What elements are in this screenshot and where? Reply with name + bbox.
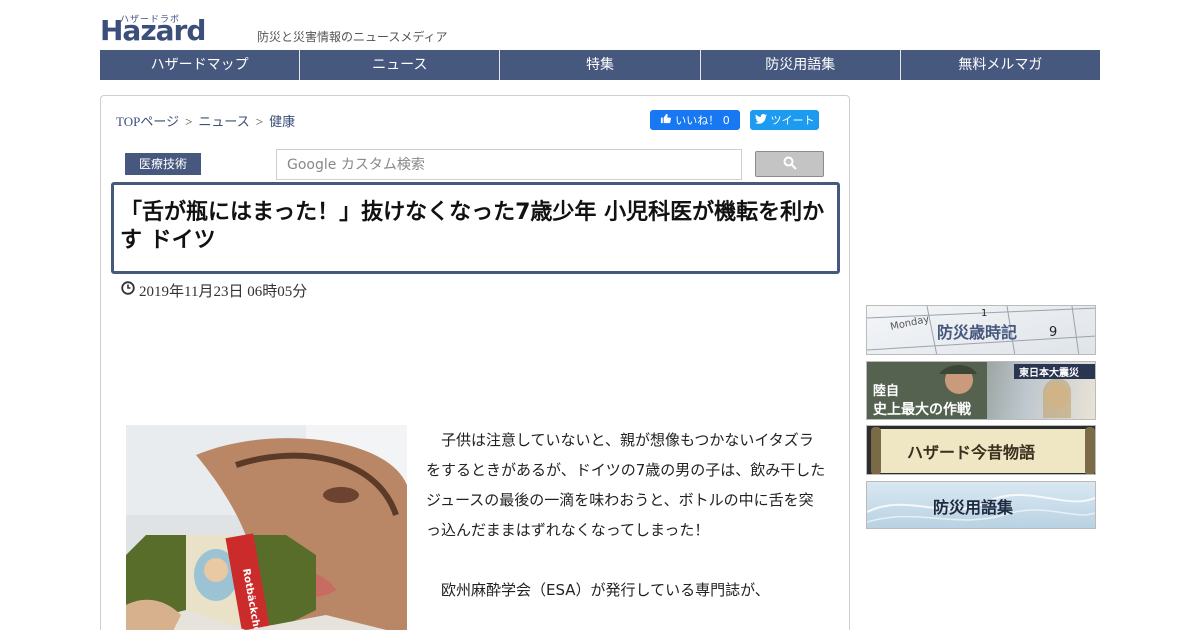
- article-title: 「舌が瓶にはまった！」抜けなくなった7歳少年 小児科医が機転を利かす ドイツ: [120, 200, 825, 253]
- search-button[interactable]: [755, 151, 824, 177]
- breadcrumb-separator: >: [255, 114, 264, 129]
- article-card: TOPページ > ニュース > 健康 いいね！ 0 ツイート 医療技術 「舌が瓶にはまっ…: [100, 95, 850, 630]
- article-date: 2019年11月23日 06時05分: [121, 280, 307, 301]
- svg-text:陸自: 陸自: [873, 383, 899, 399]
- banner-label: ハザード今昔物語: [907, 443, 1035, 462]
- nav-item-news[interactable]: ニュース: [300, 50, 501, 80]
- svg-text:9: 9: [1049, 325, 1057, 340]
- nav-item-hazard-map[interactable]: ハザードマップ: [100, 50, 301, 80]
- tweet-label: ツイート: [770, 114, 815, 127]
- site-tagline: 防災と災害情報のニュースメディア: [257, 30, 448, 44]
- svg-text:史上最大の作戦: 史上最大の作戦: [873, 401, 972, 418]
- breadcrumb-separator: >: [185, 114, 193, 129]
- main-nav: ハザードマップ ニュース 特集 防災用語集 無料メルマガ: [100, 50, 1100, 80]
- category-badge[interactable]: 医療技術: [125, 153, 201, 175]
- clock-icon: [121, 281, 135, 300]
- banner-glossary[interactable]: 防災用語集: [866, 481, 1096, 529]
- search-input[interactable]: [277, 150, 741, 179]
- nav-item-newsletter[interactable]: 無料メルマガ: [901, 50, 1100, 80]
- nav-item-features[interactable]: 特集: [500, 50, 701, 80]
- paragraph: 子供は注意していないと、親が想像もつかないイタズラをするときがあるが、ドイツの7…: [426, 431, 826, 539]
- site-logo[interactable]: ハザードラボ Hazard lab: [100, 10, 250, 80]
- site-header: ハザードラボ Hazard lab 防災と災害情報のニュースメディア: [100, 8, 1100, 80]
- twitter-bird-icon: [754, 113, 767, 127]
- search-icon: [783, 155, 797, 174]
- social-buttons: いいね！ 0 ツイート: [650, 110, 819, 130]
- banner-label: 防災歳時記: [937, 323, 1017, 342]
- svg-text:1: 1: [981, 308, 987, 319]
- banner-tag: 東日本大震災: [1019, 366, 1080, 379]
- banner-label: 防災用語集: [933, 498, 1014, 517]
- article-photo: Rotbäckchen: [126, 425, 407, 630]
- breadcrumb-health[interactable]: 健康: [269, 114, 295, 129]
- banner-hazard-konjaku[interactable]: ハザード今昔物語: [866, 425, 1096, 475]
- breadcrumb-top[interactable]: TOPページ: [116, 114, 179, 129]
- nav-item-glossary[interactable]: 防災用語集: [701, 50, 901, 80]
- date-text: 2019年11月23日 06時05分: [139, 284, 308, 300]
- breadcrumb-news[interactable]: ニュース: [198, 114, 249, 129]
- facebook-like-button[interactable]: いいね！ 0: [650, 110, 740, 130]
- tweet-button[interactable]: ツイート: [750, 110, 819, 130]
- article-body: 子供は注意していないと、親が想像もつかないイタズラをするときがあるが、ドイツの7…: [426, 425, 826, 605]
- breadcrumb: TOPページ > ニュース > 健康: [116, 111, 295, 130]
- search-box[interactable]: [276, 149, 742, 180]
- banner-rikuji-operation[interactable]: 東日本大震災 陸自 史上最大の作戦: [866, 361, 1096, 420]
- banner-bousai-saijiki[interactable]: Monday 9 1 防災歳時記: [866, 305, 1096, 355]
- thumbs-up-icon: [660, 113, 672, 127]
- paragraph: 欧州麻酔学会（ESA）が発行している専門誌が、: [441, 581, 770, 599]
- like-label: いいね！ 0: [675, 114, 730, 127]
- article-title-box: 「舌が瓶にはまった！」抜けなくなった7歳少年 小児科医が機転を利かす ドイツ: [111, 182, 840, 274]
